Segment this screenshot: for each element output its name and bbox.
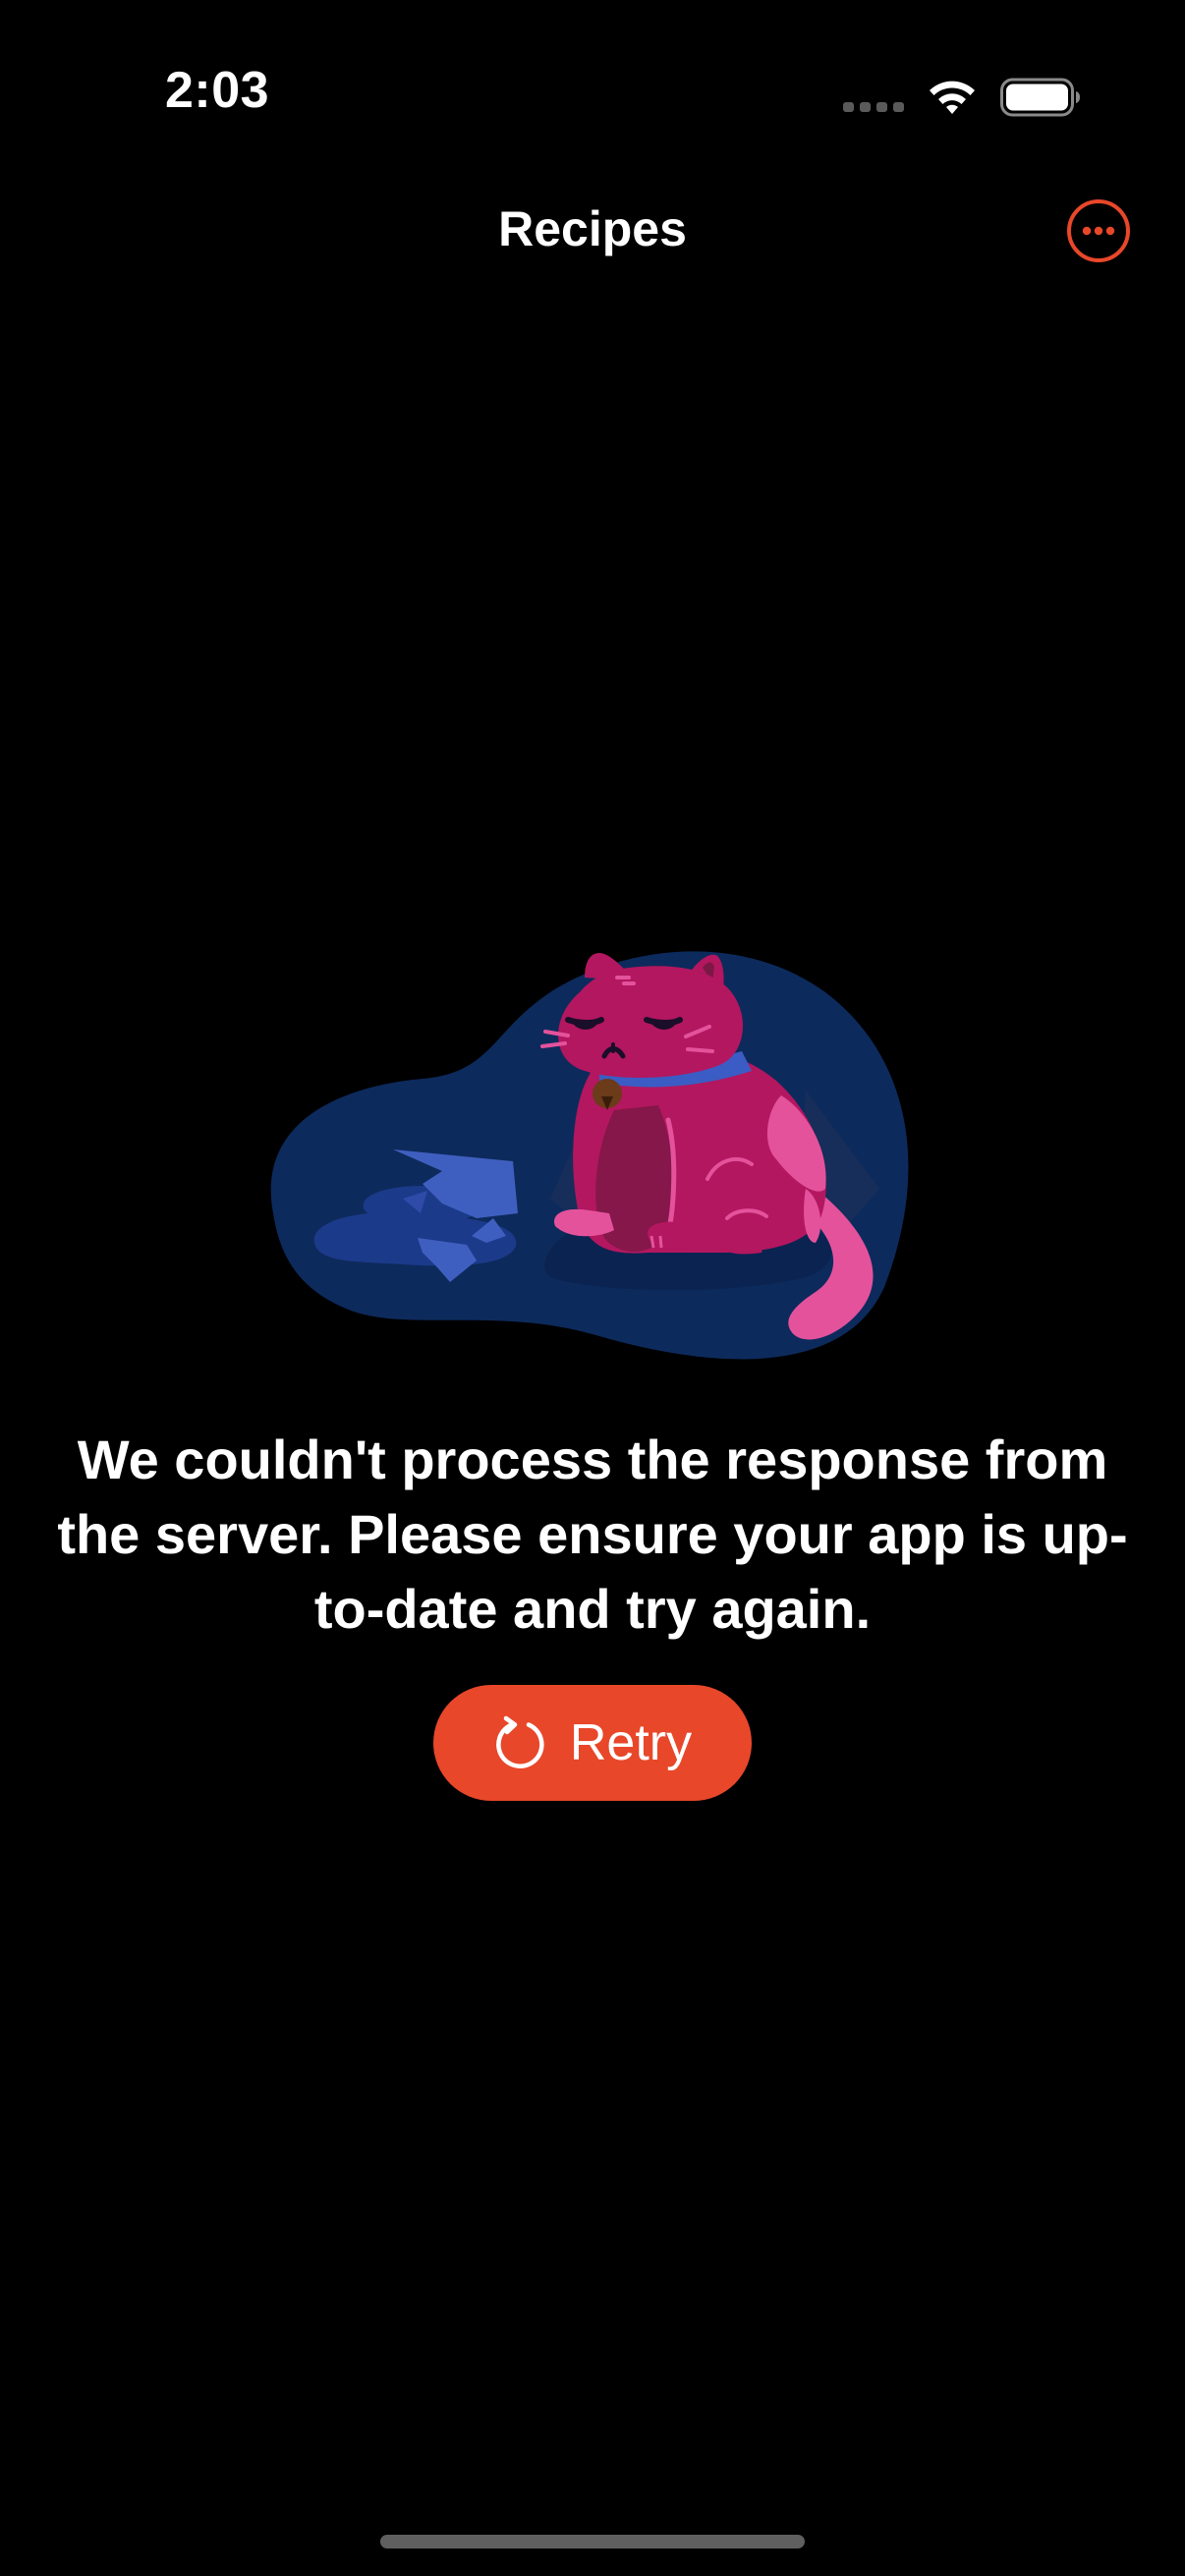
page-title: Recipes [498, 201, 687, 256]
wifi-icon [930, 81, 975, 114]
ellipsis-circle-icon [1067, 199, 1130, 262]
sad-cat-broken-vase-illustration [270, 951, 909, 1360]
error-illustration [255, 766, 924, 1395]
retry-label: Retry [569, 1714, 693, 1771]
retry-button[interactable]: Retry [433, 1685, 752, 1801]
status-time: 2:03 [165, 62, 270, 119]
home-indicator[interactable] [380, 2535, 805, 2548]
battery-icon [1000, 78, 1080, 117]
status-bar: 2:03 [0, 0, 1185, 187]
arrow-clockwise-icon [495, 1715, 544, 1768]
error-message: We couldn't process the response from th… [57, 1428, 1128, 1640]
navigation-bar: Recipes [0, 187, 1185, 275]
status-indicators [843, 73, 1081, 122]
more-options-button[interactable] [1065, 197, 1132, 264]
cellular-signal-icon [843, 83, 904, 112]
